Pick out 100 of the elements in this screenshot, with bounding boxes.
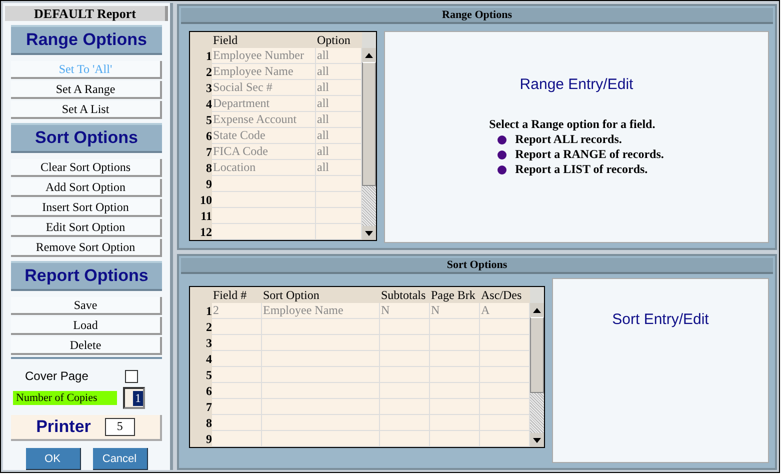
bullet-icon [497,164,508,174]
table-cell [316,192,362,208]
bullet-text: Report ALL records. [515,132,622,147]
table-cell: all [316,112,362,128]
row-number: 12 [190,224,212,240]
option-button[interactable]: Load [11,317,162,335]
row-number: 11 [190,208,212,224]
row-number: 9 [190,176,212,192]
table-cell [380,399,430,415]
table-cell: N [430,303,480,319]
table-cell: all [316,48,362,64]
table-cell [380,415,430,431]
table-cell: all [316,96,362,112]
bullet-icon [497,134,508,144]
copies-field[interactable]: 1 [123,387,145,410]
column-header: Option [316,32,352,48]
scrollbar[interactable] [362,48,376,240]
column-header: Asc/Des [480,287,523,303]
printer-field[interactable]: 5 [104,418,135,436]
option-button[interactable]: Set A List [11,101,162,119]
table-cell [212,335,262,351]
option-button[interactable]: Set A Range [11,81,162,99]
option-button[interactable]: Edit Sort Option [11,219,162,237]
option-button[interactable]: Delete [11,337,162,355]
table-cell [480,415,530,431]
copies-label: Number of Copies [13,391,117,406]
table-cell: 2 [212,303,262,319]
scrollbar[interactable] [530,303,544,447]
table-cell: Employee Number [212,48,316,64]
column-header: Subtotals [380,287,427,303]
table-cell: Expense Account [212,112,316,128]
table-cell [316,176,362,192]
up-arrow-icon [365,52,373,58]
section-header: Range Options [11,25,162,55]
panel-title: Range Options [181,8,773,24]
row-number: 6 [190,383,212,399]
table-cell [380,351,430,367]
table-cell [480,367,530,383]
table-cell [212,415,262,431]
down-arrow-icon [533,438,541,442]
option-button[interactable]: Add Sort Option [11,179,162,197]
scroll-thumb[interactable] [362,62,376,186]
bullet-icon [497,150,508,160]
option-button[interactable]: Clear Sort Options [11,159,162,177]
table-cell [430,319,480,335]
row-number: 7 [190,399,212,415]
table-cell: all [316,128,362,144]
row-number: 6 [190,128,212,144]
bullet-text: Report a RANGE of records. [515,147,664,162]
table-cell: N [380,303,430,319]
row-number: 2 [190,64,212,80]
checkbox[interactable] [125,370,138,383]
entry-title: Sort Entry/Edit [612,311,709,328]
row-number: 3 [190,80,212,96]
row-number: 4 [190,351,212,367]
table-cell [316,208,362,224]
bullet-text: Report a LIST of records. [515,162,648,177]
option-button[interactable]: Insert Sort Option [11,199,162,217]
printer-label: Printer [36,417,91,438]
option-button[interactable]: Remove Sort Option [11,239,162,257]
table-cell [380,367,430,383]
table-cell [430,399,480,415]
row-number: 9 [190,431,212,447]
table-cell [380,319,430,335]
panel-title: DEFAULT Report [5,6,168,21]
table-cell: all [316,144,362,160]
dialog-button[interactable]: OK [26,448,80,470]
dialog-button[interactable]: Cancel [92,448,148,470]
cover-page-label: Cover Page [25,369,90,384]
table-cell: Employee Name [262,303,380,319]
option-button[interactable]: Save [11,297,162,315]
table-cell: A [480,303,530,319]
table-cell [212,351,262,367]
row-number: 7 [190,144,212,160]
table-cell [212,367,262,383]
table-cell [430,351,480,367]
table-cell [430,367,480,383]
table-cell [380,383,430,399]
column-header: Page Brk [430,287,476,303]
table-cell: Social Sec # [212,80,316,96]
row-number: 4 [190,96,212,112]
table-cell [212,383,262,399]
row-number: 10 [190,192,212,208]
row-number: 5 [190,367,212,383]
row-number: 5 [190,112,212,128]
row-number: 2 [190,319,212,335]
table-cell [430,415,480,431]
table-cell: Department [212,96,316,112]
table-cell [480,383,530,399]
column-header: Sort Option [262,287,320,303]
column-header: Field [212,32,239,48]
entry-title: Range Entry/Edit [520,76,634,93]
table-cell: all [316,64,362,80]
scroll-thumb[interactable] [530,317,544,393]
down-arrow-icon [365,230,373,236]
table-cell: Location [212,160,316,176]
table-cell: Employee Name [212,64,316,80]
table-cell [480,399,530,415]
up-arrow-icon [533,308,541,312]
table-cell: all [316,160,362,176]
